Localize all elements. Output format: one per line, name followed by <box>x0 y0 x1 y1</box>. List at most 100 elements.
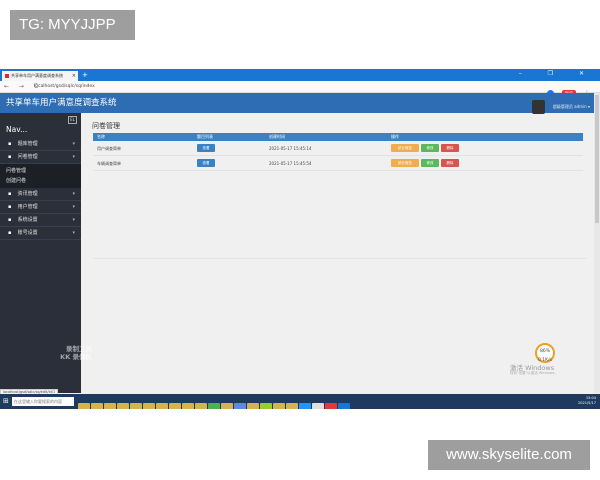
stats-report-button[interactable]: 统计报告 <box>391 159 419 167</box>
watermark-bottom: www.skyselite.com <box>428 440 590 470</box>
chevron-down-icon: ▾ <box>72 230 75 236</box>
sidebar-item-label: 题库管理 <box>17 141 38 147</box>
app-icon[interactable] <box>299 403 311 409</box>
user-menu[interactable]: 超级管理员 admin ▾ <box>531 96 590 114</box>
view-button[interactable]: 查看 <box>197 144 215 152</box>
sidebar-item-users[interactable]: ▪ 用户管理 ▾ <box>0 201 81 214</box>
app-icon[interactable] <box>273 403 285 409</box>
app-icon[interactable] <box>312 403 324 409</box>
scrollbar-thumb[interactable] <box>595 95 599 223</box>
nav-title: Nav... <box>6 125 28 134</box>
account-icon: ▪ <box>8 230 12 236</box>
edit-button[interactable]: 修改 <box>421 159 439 167</box>
table-header: 名称 题目列表 创建时间 操作 <box>93 133 583 141</box>
page-title: 问卷管理 <box>92 122 120 130</box>
app-icon[interactable] <box>78 403 90 409</box>
user-name[interactable]: 超级管理员 admin ▾ <box>553 104 590 110</box>
browser-actions: 暂停 ⋮ <box>546 83 590 98</box>
folder-icon: ▪ <box>8 154 12 160</box>
gear-icon: ▪ <box>8 217 12 223</box>
sidebar-item-question-bank[interactable]: ▪ 题库管理 ▾ <box>0 138 81 151</box>
clock-date: 2021/5/17 <box>578 401 596 405</box>
sidebar-item-label: 问卷管理 <box>17 154 38 160</box>
chevron-down-icon: ▾ <box>72 217 75 223</box>
taskbar-search[interactable]: 在这里输入你要搜索的内容 <box>12 397 74 406</box>
app-icon[interactable] <box>182 403 194 409</box>
divider <box>93 258 587 259</box>
main-content: 问卷管理 名称 题目列表 创建时间 操作 用户调查简单 查看 2021-05-1… <box>89 121 589 321</box>
sidebar-menu: ▪ 题库管理 ▾ ▪ 问卷管理 ▾ 问卷管理 创建问卷 ▪ 资讯管理 ▾ ▪ 用… <box>0 138 81 240</box>
screen: 共享单车用户满意度调查系统 × + – ❐ ✕ ← → C localhost/… <box>0 69 600 409</box>
watermark-top: TG: MYYJJPP <box>10 10 135 40</box>
delete-button[interactable]: 删除 <box>441 159 459 167</box>
chevron-down-icon: ▾ <box>72 154 75 160</box>
app-title: 共享单车用户满意度调查系统 <box>6 98 117 108</box>
app-icon[interactable] <box>91 403 103 409</box>
app-icon[interactable] <box>208 403 220 409</box>
sidebar-item-account-settings[interactable]: ▪ 账号设置 ▾ <box>0 227 81 240</box>
sidebar-item-news[interactable]: ▪ 资讯管理 ▾ <box>0 188 81 201</box>
tab-close-icon[interactable]: × <box>72 71 76 81</box>
start-icon[interactable]: ⊞ <box>3 397 9 405</box>
sidebar-item-label: 账号设置 <box>17 230 38 236</box>
window-controls[interactable]: – ❐ ✕ <box>519 70 596 77</box>
app-icon[interactable] <box>338 403 350 409</box>
app-icon[interactable] <box>117 403 129 409</box>
network-gauge: 86% 0.1K/s <box>535 343 555 363</box>
app-icon[interactable] <box>143 403 155 409</box>
tab-title: 共享单车用户满意度调查系统 <box>11 73 63 78</box>
col-created-header: 创建时间 <box>269 134 285 139</box>
app-icon[interactable] <box>130 403 142 409</box>
survey-name: 用户调查简单 <box>97 146 121 151</box>
address-bar: ← → C localhost/gsd/sqlc/sq/index 暂停 ⋮ <box>0 81 600 98</box>
col-questions-header: 题目列表 <box>197 134 213 139</box>
table-row: 用户调查简单 查看 2021-05-17 15:45:14 统计报告 修改 删除 <box>93 141 583 156</box>
chevron-down-icon: ▾ <box>72 141 75 147</box>
app-header: 共享单车用户满意度调查系统 超级管理员 admin ▾ <box>0 93 600 114</box>
news-icon: ▪ <box>8 191 12 197</box>
favicon-icon <box>5 74 9 78</box>
app-icon[interactable] <box>247 403 259 409</box>
app-icon[interactable] <box>221 403 233 409</box>
users-icon: ▪ <box>8 204 12 210</box>
sidebar-item-label: 资讯管理 <box>17 191 38 197</box>
col-actions-header: 操作 <box>391 134 399 139</box>
taskbar-clock[interactable]: 15:04 2021/5/17 <box>578 396 596 406</box>
survey-table: 名称 题目列表 创建时间 操作 用户调查简单 查看 2021-05-17 15:… <box>93 133 583 171</box>
recorder-watermark: 录制工具 KK 录像机 <box>60 345 92 361</box>
chevron-down-icon: ▾ <box>72 191 75 197</box>
sidebar-item-system-settings[interactable]: ▪ 系统设置 ▾ <box>0 214 81 227</box>
sidebar-item-survey[interactable]: ▪ 问卷管理 ▾ <box>0 151 81 164</box>
browser-tab[interactable]: 共享单车用户满意度调查系统 × <box>2 71 78 81</box>
chevron-down-icon: ▾ <box>72 204 75 210</box>
col-name-header: 名称 <box>97 134 105 139</box>
url-input[interactable]: localhost/gsd/sqlc/sq/index <box>34 83 95 91</box>
taskbar: ⊞ 在这里输入你要搜索的内容 15:04 2021/5/17 <box>0 394 600 409</box>
sidebar-item-label: 用户管理 <box>17 204 38 210</box>
app-icon[interactable] <box>325 403 337 409</box>
windows-activation-sub: 转到"设置"以激活 Windows。 <box>510 371 558 375</box>
browser-tab-bar: 共享单车用户满意度调查系统 × + – ❐ ✕ <box>0 69 600 81</box>
app-icon[interactable] <box>195 403 207 409</box>
app-icon[interactable] <box>104 403 116 409</box>
collapse-icon[interactable]: EL <box>68 116 77 124</box>
sidebar-item-label: 系统设置 <box>17 217 38 223</box>
created-time: 2021-05-17 15:45:54 <box>269 161 312 166</box>
taskbar-apps <box>78 397 351 409</box>
avatar[interactable] <box>531 99 545 114</box>
sidebar-subitem-create-survey[interactable]: 创建问卷 <box>0 176 81 186</box>
survey-name: 车辆调查简单 <box>97 161 121 166</box>
new-tab-button[interactable]: + <box>82 71 88 79</box>
edit-button[interactable]: 修改 <box>421 144 439 152</box>
app-icon[interactable] <box>169 403 181 409</box>
sidebar-submenu: 问卷管理 创建问卷 <box>0 164 81 188</box>
app-icon[interactable] <box>156 403 168 409</box>
created-time: 2021-05-17 15:45:14 <box>269 146 312 151</box>
app-icon[interactable] <box>260 403 272 409</box>
sidebar-subitem-survey-manage[interactable]: 问卷管理 <box>0 166 81 176</box>
stats-report-button[interactable]: 统计报告 <box>391 144 419 152</box>
delete-button[interactable]: 删除 <box>441 144 459 152</box>
app-icon[interactable] <box>286 403 298 409</box>
app-icon[interactable] <box>234 403 246 409</box>
view-button[interactable]: 查看 <box>197 159 215 167</box>
